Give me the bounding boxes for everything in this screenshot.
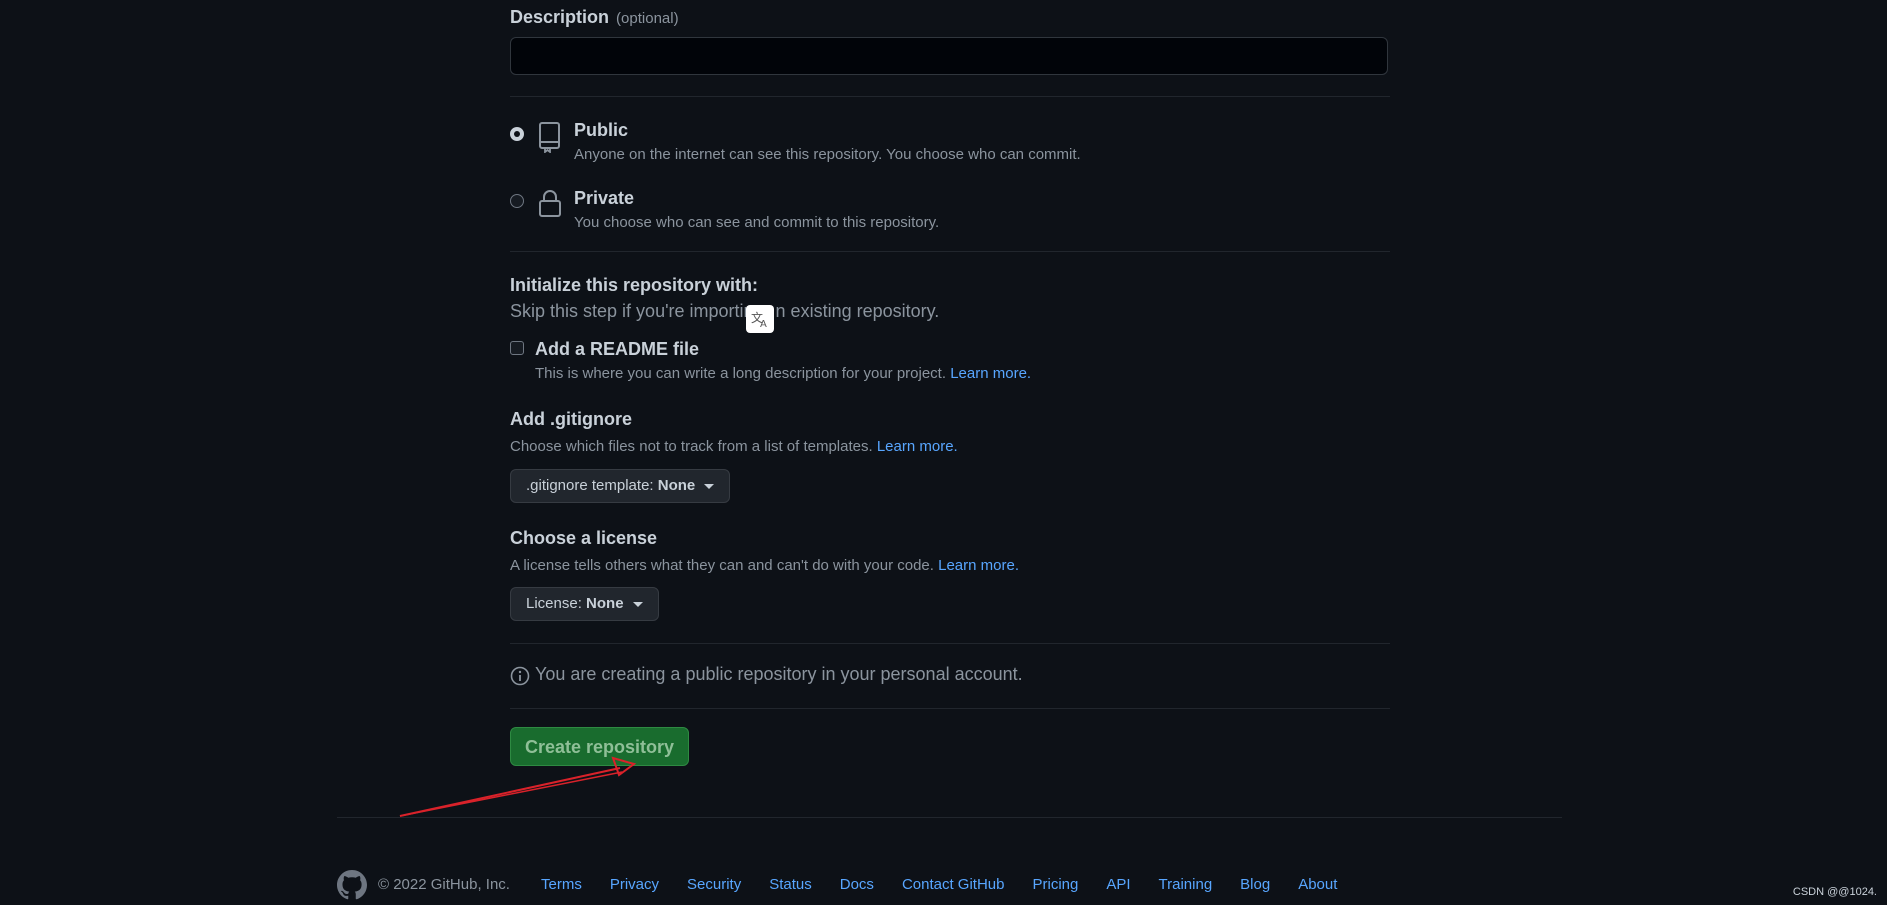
footer-link-docs[interactable]: Docs [840,876,874,893]
footer-link-pricing[interactable]: Pricing [1032,876,1078,893]
footer-link-security[interactable]: Security [687,876,741,893]
lock-icon [539,190,561,217]
svg-text:A: A [760,319,767,329]
footer-divider [337,817,1562,818]
license-desc-text: A license tells others what they can and… [510,557,934,574]
footer-link-training[interactable]: Training [1159,876,1213,893]
visibility-option-public[interactable]: Public Anyone on the internet can see th… [510,120,1390,170]
footer-link-blog[interactable]: Blog [1240,876,1270,893]
footer-link-terms[interactable]: Terms [541,876,582,893]
footer-link-about[interactable]: About [1298,876,1337,893]
license-title: Choose a license [510,528,658,548]
initialize-subtitle-end: n existing repository. [775,301,940,321]
license-select[interactable]: License: None [510,587,659,621]
copyright-text: © 2022 GitHub, Inc. [378,876,510,893]
gitignore-select-prefix: .gitignore template: [526,477,654,494]
create-repository-button[interactable]: Create repository [510,727,689,766]
watermark: CSDN @@1024. [1792,886,1877,898]
private-title: Private [574,188,635,208]
license-select-value: None [586,595,624,612]
gitignore-desc: Choose which files not to track from a l… [510,438,958,455]
footer-link-privacy[interactable]: Privacy [610,876,659,893]
visibility-option-private[interactable]: Private You choose who can see and commi… [510,188,1390,238]
public-desc: Anyone on the internet can see this repo… [574,146,1081,163]
description-label: Description (optional) [510,7,679,28]
gitignore-learn-more-link[interactable]: Learn more. [877,438,958,455]
optional-hint: (optional) [616,10,679,27]
initialize-subtitle: Skip this step if you're importin n exist… [510,301,939,322]
readme-checkbox[interactable] [510,341,524,355]
gitignore-title: Add .gitignore [510,409,632,429]
gitignore-select-value: None [657,477,696,494]
license-learn-more-link[interactable]: Learn more. [938,557,1019,574]
info-text: You are creating a public repository in … [535,664,1023,684]
caret-down-icon [704,483,715,489]
repo-icon [539,122,560,153]
footer-links: Terms Privacy Security Status Docs Contact Gi… [541,876,1365,893]
footer-link-api[interactable]: API [1106,876,1130,893]
github-logo-icon[interactable] [337,870,367,900]
description-label-text: Description [510,7,610,27]
footer: © 2022 GitHub, Inc. Terms Privacy Security… [337,870,1562,900]
gitignore-select[interactable]: .gitignore template: None [510,469,731,503]
readme-desc-text: This is where you can write a long descr… [535,365,947,382]
translate-icon[interactable]: 文 A [746,305,774,333]
private-desc: You choose who can see and commit to thi… [574,214,940,231]
public-radio[interactable] [510,127,524,141]
initialize-subtitle-start: Skip this step if you're importin [510,301,754,321]
divider [510,96,1390,97]
divider [510,643,1390,644]
private-radio[interactable] [510,194,524,208]
license-desc: A license tells others what they can and… [510,557,1019,574]
description-input[interactable] [510,37,1388,75]
readme-desc: This is where you can write a long descr… [535,365,1031,382]
info-icon [510,666,530,686]
readme-title: Add a README file [535,339,700,359]
caret-down-icon [632,601,643,607]
translate-glyph-icon: 文 A [751,310,767,330]
footer-link-contact[interactable]: Contact GitHub [902,876,1005,893]
divider [510,708,1390,709]
readme-learn-more-link[interactable]: Learn more. [950,365,1031,382]
license-select-prefix: License: [526,595,582,612]
page: Description (optional) Public Anyone on … [0,0,1887,905]
gitignore-desc-text: Choose which files not to track from a l… [510,438,873,455]
initialize-title: Initialize this repository with: [510,275,759,295]
divider [510,251,1390,252]
footer-link-status[interactable]: Status [769,876,812,893]
public-title: Public [574,120,629,140]
